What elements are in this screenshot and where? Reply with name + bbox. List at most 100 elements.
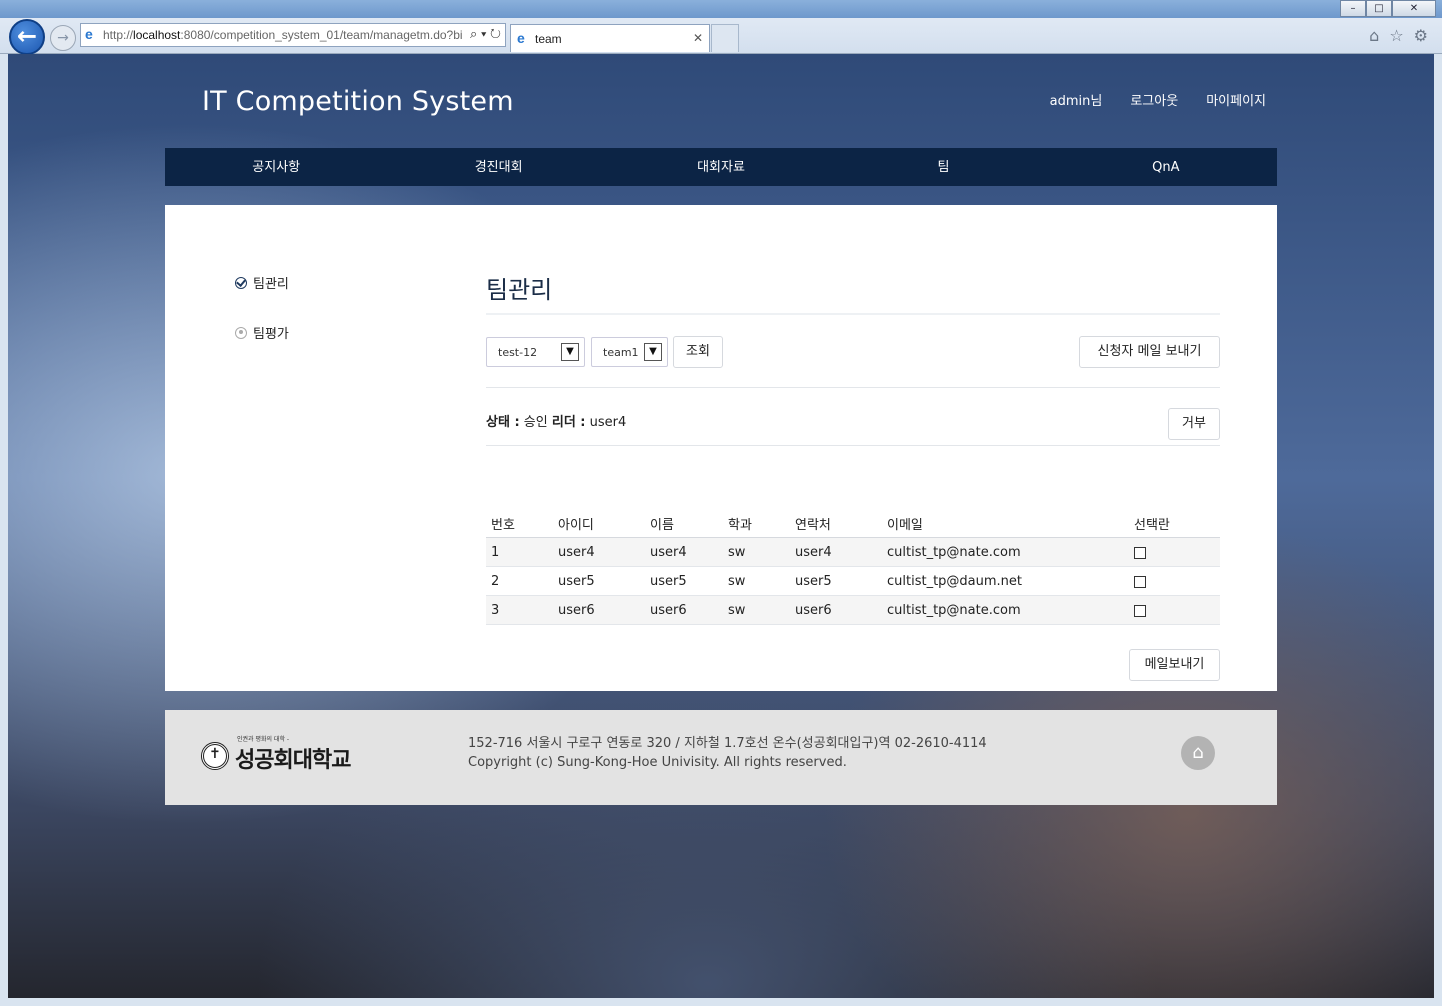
cell-contact: user6 <box>790 595 882 625</box>
settings-gear-icon[interactable]: ⚙ <box>1414 26 1428 45</box>
footer: 인권과 평화의 대학 - 성공회대학교 152-716 서울시 구로구 연동로 … <box>165 710 1277 805</box>
tab-close-icon[interactable]: ✕ <box>693 31 703 45</box>
content-panel: 팀관리 팀평가 팀관리 test-12 ▼ team1 ▼ 조회 신청자 메일 … <box>165 205 1277 691</box>
footer-copyright: Copyright (c) Sung-Kong-Hoe Univisity. A… <box>468 755 847 770</box>
select-checkbox[interactable] <box>1134 546 1146 559</box>
browser-chrome: – □ ✕ ← → e http://localhost:8080/compet… <box>0 0 1442 55</box>
mail-applicants-button[interactable]: 신청자 메일 보내기 <box>1079 336 1220 368</box>
browser-toolbar-right: ⌂ ☆ ⚙ <box>1369 26 1428 45</box>
cell-id: user4 <box>553 537 645 567</box>
ie-tab-icon: e <box>517 30 525 46</box>
cell-number: 2 <box>486 566 553 596</box>
mypage-link[interactable]: 마이페이지 <box>1206 90 1266 109</box>
select-checkbox[interactable] <box>1134 575 1146 588</box>
url-prefix: http:// <box>103 28 134 42</box>
search-button[interactable]: 조회 <box>673 336 723 368</box>
cell-email: cultist_tp@nate.com <box>882 537 1129 567</box>
status-text: 상태 : 승인 리더 : user4 <box>486 411 626 430</box>
main-section: 팀관리 test-12 ▼ team1 ▼ 조회 신청자 메일 보내기 상태 :… <box>486 263 1220 681</box>
cell-number: 1 <box>486 537 553 567</box>
reject-button[interactable]: 거부 <box>1168 408 1220 440</box>
sidebar-item-team-evaluate[interactable]: 팀평가 <box>235 323 289 342</box>
home-icon[interactable]: ⌂ <box>1181 736 1215 770</box>
nav-item-team[interactable]: 팀 <box>832 148 1054 186</box>
col-header-contact: 연락처 <box>790 509 882 538</box>
cell-select <box>1129 566 1220 596</box>
filter-row: test-12 ▼ team1 ▼ 조회 신청자 메일 보내기 <box>486 315 1220 388</box>
address-tools: ⌕ ▾ ↻ <box>466 26 501 42</box>
nav-item-qna[interactable]: QnA <box>1055 148 1277 186</box>
nav-item-materials[interactable]: 대회자료 <box>610 148 832 186</box>
page-title: 팀관리 <box>486 263 1220 315</box>
window-controls: – □ ✕ <box>1340 0 1436 17</box>
close-window-button[interactable]: ✕ <box>1392 0 1436 17</box>
sidebar-item-label: 팀평가 <box>253 327 289 342</box>
nav-item-competition[interactable]: 경진대회 <box>387 148 609 186</box>
sidebar-item-label: 팀관리 <box>253 277 289 292</box>
dropdown-icon[interactable]: ▾ <box>481 26 486 41</box>
col-header-id: 아이디 <box>553 509 645 538</box>
cell-id: user6 <box>553 595 645 625</box>
col-header-select: 선택란 <box>1129 509 1220 538</box>
competition-select-value: test-12 <box>498 346 538 359</box>
cell-name: user6 <box>645 595 723 625</box>
ie-logo-icon: e <box>85 26 93 42</box>
sidebar-item-team-manage[interactable]: 팀관리 <box>235 273 289 292</box>
logout-link[interactable]: 로그아웃 <box>1130 90 1178 109</box>
cell-contact: user5 <box>790 566 882 596</box>
send-mail-button[interactable]: 메일보내기 <box>1129 649 1220 681</box>
back-button[interactable]: ← <box>9 19 45 55</box>
col-header-name: 이름 <box>645 509 723 538</box>
cell-name: user4 <box>645 537 723 567</box>
browser-tab[interactable]: e team ✕ <box>510 24 710 52</box>
cell-select <box>1129 537 1220 567</box>
competition-select[interactable]: test-12 ▼ <box>486 337 585 367</box>
forward-button[interactable]: → <box>50 25 76 51</box>
site-title[interactable]: IT Competition System <box>202 86 514 117</box>
top-links: admin님 로그아웃 마이페이지 <box>1050 90 1266 109</box>
home-icon[interactable]: ⌂ <box>1369 26 1379 45</box>
url-path: :8080/competition_system_01/team/managet… <box>180 28 463 42</box>
col-header-email: 이메일 <box>882 509 1129 538</box>
cell-dept: sw <box>723 537 790 567</box>
maximize-button[interactable]: □ <box>1366 0 1392 17</box>
sidebar: 팀관리 팀평가 <box>235 273 289 373</box>
check-circle-icon <box>235 276 247 289</box>
new-tab-button[interactable] <box>711 24 739 52</box>
cell-email: cultist_tp@daum.net <box>882 566 1129 596</box>
status-value: 승인 <box>523 415 548 430</box>
nav-item-notice[interactable]: 공지사항 <box>165 148 387 186</box>
cell-contact: user4 <box>790 537 882 567</box>
team-select[interactable]: team1 ▼ <box>591 337 668 367</box>
minimize-button[interactable]: – <box>1340 0 1366 17</box>
chevron-down-icon: ▼ <box>561 343 579 361</box>
table-row: 2 user5 user5 sw user5 cultist_tp@daum.n… <box>486 566 1220 596</box>
favorites-star-icon[interactable]: ☆ <box>1389 26 1403 45</box>
cell-id: user5 <box>553 566 645 596</box>
table-row: 3 user6 user6 sw user6 cultist_tp@nate.c… <box>486 595 1220 625</box>
col-header-number: 번호 <box>486 509 553 538</box>
user-link[interactable]: admin님 <box>1050 90 1103 109</box>
footer-address: 152-716 서울시 구로구 연동로 320 / 지하철 1.7호선 온수(성… <box>468 736 987 751</box>
main-nav: 공지사항 경진대회 대회자료 팀 QnA <box>165 148 1277 186</box>
url-host: localhost <box>133 28 181 42</box>
search-icon[interactable]: ⌕ <box>470 26 477 41</box>
cell-select <box>1129 595 1220 625</box>
tab-title: team <box>535 32 562 46</box>
cell-dept: sw <box>723 566 790 596</box>
page-viewport: IT Competition System admin님 로그아웃 마이페이지 … <box>8 54 1434 998</box>
address-bar[interactable]: e http://localhost:8080/competition_syst… <box>80 23 506 47</box>
university-logo[interactable]: 인권과 평화의 대학 - 성공회대학교 <box>201 732 371 773</box>
refresh-icon[interactable]: ↻ <box>490 26 501 41</box>
footer-text: 152-716 서울시 구로구 연동로 320 / 지하철 1.7호선 온수(성… <box>468 734 987 772</box>
table-header-row: 번호 아이디 이름 학과 연락처 이메일 선택란 <box>486 509 1220 538</box>
status-label: 상태 : <box>486 415 520 430</box>
cell-number: 3 <box>486 595 553 625</box>
select-checkbox[interactable] <box>1134 604 1146 617</box>
col-header-dept: 학과 <box>723 509 790 538</box>
seal-icon <box>201 742 229 770</box>
cell-dept: sw <box>723 595 790 625</box>
leader-value: user4 <box>589 415 627 430</box>
window-titlebar: – □ ✕ <box>0 0 1442 18</box>
cell-email: cultist_tp@nate.com <box>882 595 1129 625</box>
